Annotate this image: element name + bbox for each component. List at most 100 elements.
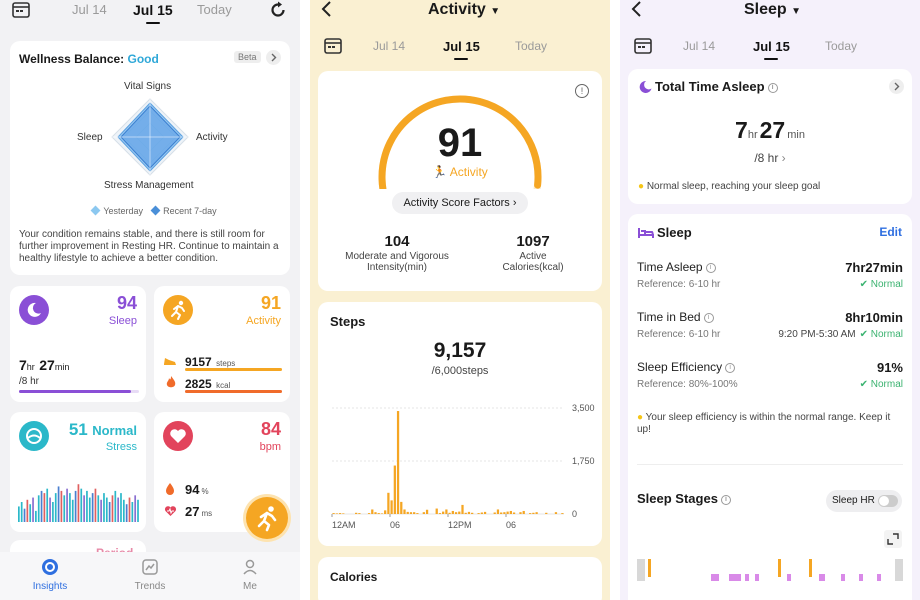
- intensity-value: 104: [384, 233, 410, 250]
- stress-bar: [83, 495, 85, 522]
- steps-bar: [471, 512, 474, 514]
- date-today[interactable]: Today: [825, 39, 857, 53]
- stress-bar-chart: [18, 484, 139, 522]
- back-arrow-icon[interactable]: [630, 0, 644, 18]
- date-jul14[interactable]: Jul 14: [72, 2, 107, 17]
- nav-me-label: Me: [243, 581, 257, 592]
- spo2-value: 94: [185, 482, 200, 497]
- expand-icon[interactable]: [884, 530, 902, 548]
- lightbulb-icon: ●: [637, 412, 644, 423]
- stress-bar: [29, 504, 32, 522]
- hrv-heart-icon: [164, 504, 177, 516]
- stress-status: Normal: [92, 423, 137, 438]
- stress-bar: [108, 502, 111, 522]
- steps-bar: [483, 511, 487, 514]
- legend-recent: Recent 7-day: [163, 206, 217, 216]
- nav-insights[interactable]: Insights: [25, 558, 75, 592]
- nav-trends[interactable]: Trends: [125, 558, 175, 592]
- back-arrow-icon[interactable]: [320, 0, 334, 18]
- radar-chart: [111, 98, 189, 176]
- date-jul14[interactable]: Jul 14: [373, 39, 405, 53]
- info-icon[interactable]: !: [575, 84, 589, 98]
- chevron-right-icon[interactable]: [889, 79, 904, 94]
- sleep-title[interactable]: Sleep ▼: [744, 1, 801, 19]
- activity-card[interactable]: 91 Activity 9157 steps 2825 kcal: [154, 286, 290, 402]
- chevron-right-icon[interactable]: ›: [782, 151, 786, 165]
- sleep-total-hours: 7: [735, 117, 748, 143]
- stress-bar: [43, 493, 46, 522]
- steps-bar: [451, 510, 454, 514]
- steps-bar: [509, 510, 512, 514]
- stress-bar: [54, 493, 57, 522]
- check-icon: ✔: [859, 379, 868, 390]
- heart-rate-unit: bpm: [259, 441, 281, 453]
- time-in-bed-label: Time in Bed: [637, 310, 701, 324]
- wellness-title: Wellness Balance:: [19, 52, 125, 66]
- activity-score-factors-button[interactable]: Activity Score Factors ›: [392, 192, 528, 214]
- y-tick-label: 1,750: [572, 456, 595, 466]
- kcal-progress-fill: [185, 390, 282, 393]
- stress-label: Stress: [105, 441, 137, 453]
- calories-section-title: Calories: [330, 570, 378, 584]
- time-in-bed-status: Normal: [870, 329, 903, 340]
- activity-title[interactable]: Activity ▼: [428, 1, 500, 19]
- date-today[interactable]: Today: [515, 39, 547, 53]
- sleep-total-min-unit: min: [787, 129, 805, 141]
- info-icon[interactable]: i: [720, 494, 731, 505]
- sleep-efficiency-reference: Reference: 80%-100%: [637, 379, 738, 390]
- info-icon[interactable]: i: [703, 312, 714, 323]
- steps-bar: [413, 512, 416, 514]
- steps-bar: [371, 509, 374, 514]
- steps-bar: [384, 510, 387, 514]
- steps-bar: [387, 492, 390, 514]
- running-icon: 🏃: [432, 165, 448, 179]
- stress-bar: [37, 495, 40, 522]
- steps-bar: [416, 513, 419, 514]
- sleep-card[interactable]: 94 Sleep 7hr 27min /8 hr: [10, 286, 146, 402]
- divider: [637, 464, 903, 465]
- calendar-icon[interactable]: [12, 2, 30, 18]
- toggle-switch[interactable]: [878, 495, 898, 507]
- time-in-bed-value: 8hr10min: [845, 310, 903, 325]
- refresh-icon[interactable]: [269, 1, 287, 19]
- stress-bar: [66, 488, 68, 522]
- wellness-card[interactable]: Wellness Balance: Good Beta Vital Signs …: [10, 41, 290, 275]
- activity-score-value: 91: [437, 121, 483, 165]
- stress-card[interactable]: 51 Normal Stress: [10, 412, 146, 532]
- steps-section-title: Steps: [330, 314, 366, 329]
- stress-bar: [114, 490, 117, 522]
- date-jul15[interactable]: Jul 15: [133, 2, 173, 24]
- activity-screen: Activity ▼ Jul 14 Jul 15 Today ! 91 🏃 Ac…: [310, 0, 610, 600]
- info-icon[interactable]: i: [725, 362, 736, 373]
- calendar-icon[interactable]: [634, 38, 652, 54]
- info-icon[interactable]: i: [767, 82, 778, 93]
- sleep-stages-chart: [637, 559, 903, 581]
- date-today[interactable]: Today: [197, 2, 232, 17]
- chevron-right-icon[interactable]: [266, 50, 281, 65]
- start-workout-button[interactable]: [246, 497, 288, 539]
- steps-bar: [335, 513, 338, 514]
- date-jul14[interactable]: Jul 14: [683, 39, 715, 53]
- steps-bar: [554, 512, 558, 514]
- stress-gauge-icon: [19, 421, 49, 451]
- info-icon[interactable]: i: [705, 262, 716, 273]
- date-jul15[interactable]: Jul 15: [443, 39, 480, 60]
- nav-me[interactable]: Me: [225, 558, 275, 592]
- date-jul15[interactable]: Jul 15: [753, 39, 790, 60]
- steps-bar: [454, 512, 458, 514]
- hrv-unit: ms: [201, 509, 213, 518]
- steps-bar: [438, 513, 442, 514]
- stress-bar: [128, 497, 131, 522]
- stress-bar: [23, 508, 26, 522]
- edit-button[interactable]: Edit: [879, 225, 902, 239]
- activity-kcal-unit: kcal: [216, 381, 231, 390]
- calendar-icon[interactable]: [324, 38, 342, 54]
- steps-bar: [493, 512, 496, 514]
- stress-bar: [18, 506, 20, 522]
- radar-label-top: Vital Signs: [124, 81, 172, 92]
- y-tick-label: 3,500: [572, 403, 595, 413]
- sleep-hr-label: Sleep HR: [832, 495, 875, 506]
- sleep-hr-toggle[interactable]: Sleep HR: [826, 490, 902, 512]
- sleep-efficiency-value: 91%: [876, 360, 903, 375]
- active-calories-value: 1097: [516, 233, 550, 250]
